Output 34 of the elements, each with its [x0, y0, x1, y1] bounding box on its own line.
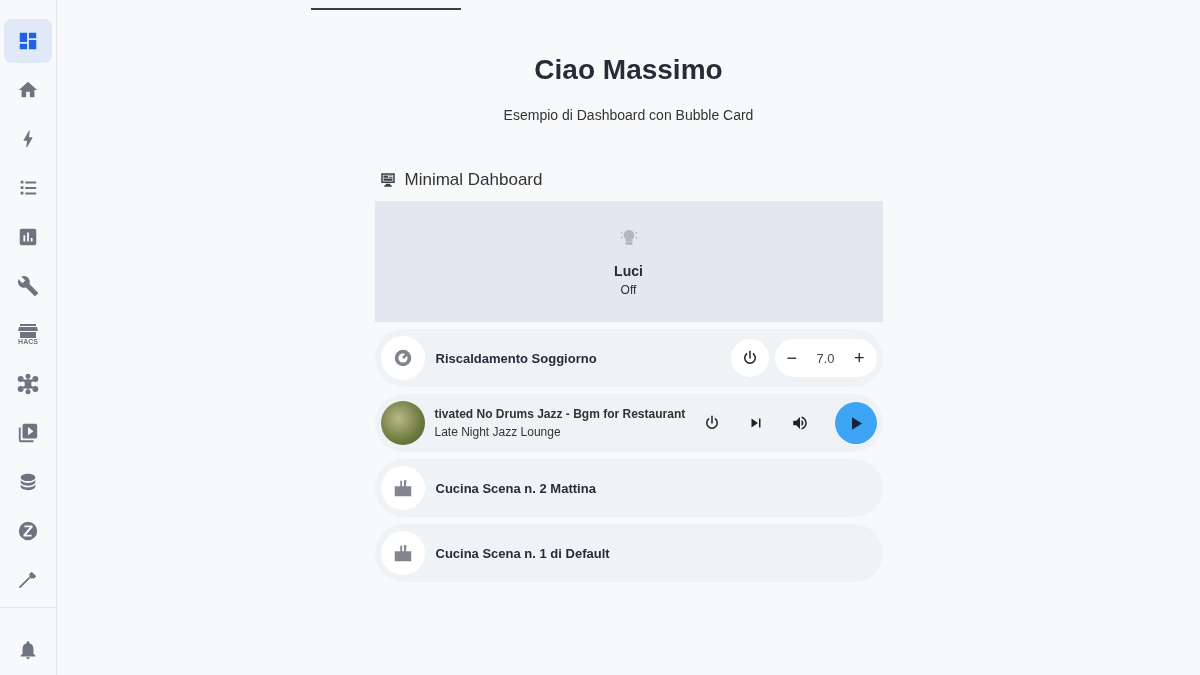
scene-card[interactable]: Cucina Scena n. 2 Mattina — [374, 459, 883, 517]
increase-button[interactable]: + — [849, 347, 869, 369]
hammer-icon — [17, 569, 39, 591]
album-art-placeholder — [380, 401, 425, 445]
page-subtitle: Esempio di Dashboard con Bubble Card — [503, 107, 754, 123]
artist-name: Late Night Jazz Lounge — [434, 425, 562, 439]
icon-button[interactable] — [380, 466, 425, 510]
circle-z-icon — [17, 520, 39, 542]
monitor-icon — [378, 171, 397, 189]
play-icon — [852, 416, 862, 430]
page-title: Ciao Massimo — [534, 53, 723, 87]
speaker-icon — [790, 414, 809, 432]
device-name: Riscaldamento Soggiorno — [435, 350, 597, 366]
play-icon — [17, 422, 39, 444]
dashboard-icon — [17, 30, 39, 52]
light-name: Luci — [614, 262, 643, 279]
sidebar-item[interactable] — [4, 19, 52, 63]
temperature-value: 7.0 — [816, 350, 835, 366]
scene-name: Cucina Scena n. 2 Mattina — [435, 480, 596, 496]
wrench-icon — [17, 275, 39, 297]
light-card[interactable]: Luci Off — [374, 201, 883, 322]
scene-name: Cucina Scena n. 1 di Default — [435, 545, 610, 561]
icon-button[interactable] — [380, 336, 425, 380]
decrease-button[interactable]: − — [782, 347, 801, 369]
network-icon — [17, 373, 39, 395]
play-button[interactable] — [834, 402, 877, 444]
scene-card[interactable]: Cucina Scena n. 1 di Default — [374, 524, 883, 582]
section-title: Minimal Dahboard — [404, 170, 543, 190]
track-title: tivated No Drums Jazz - Bgm for Restaurant — [434, 407, 685, 421]
chart-icon — [17, 226, 39, 248]
power-button[interactable] — [730, 339, 769, 377]
icon-button[interactable] — [380, 531, 425, 575]
light-state: Off — [620, 282, 637, 297]
store-icon — [18, 324, 38, 338]
